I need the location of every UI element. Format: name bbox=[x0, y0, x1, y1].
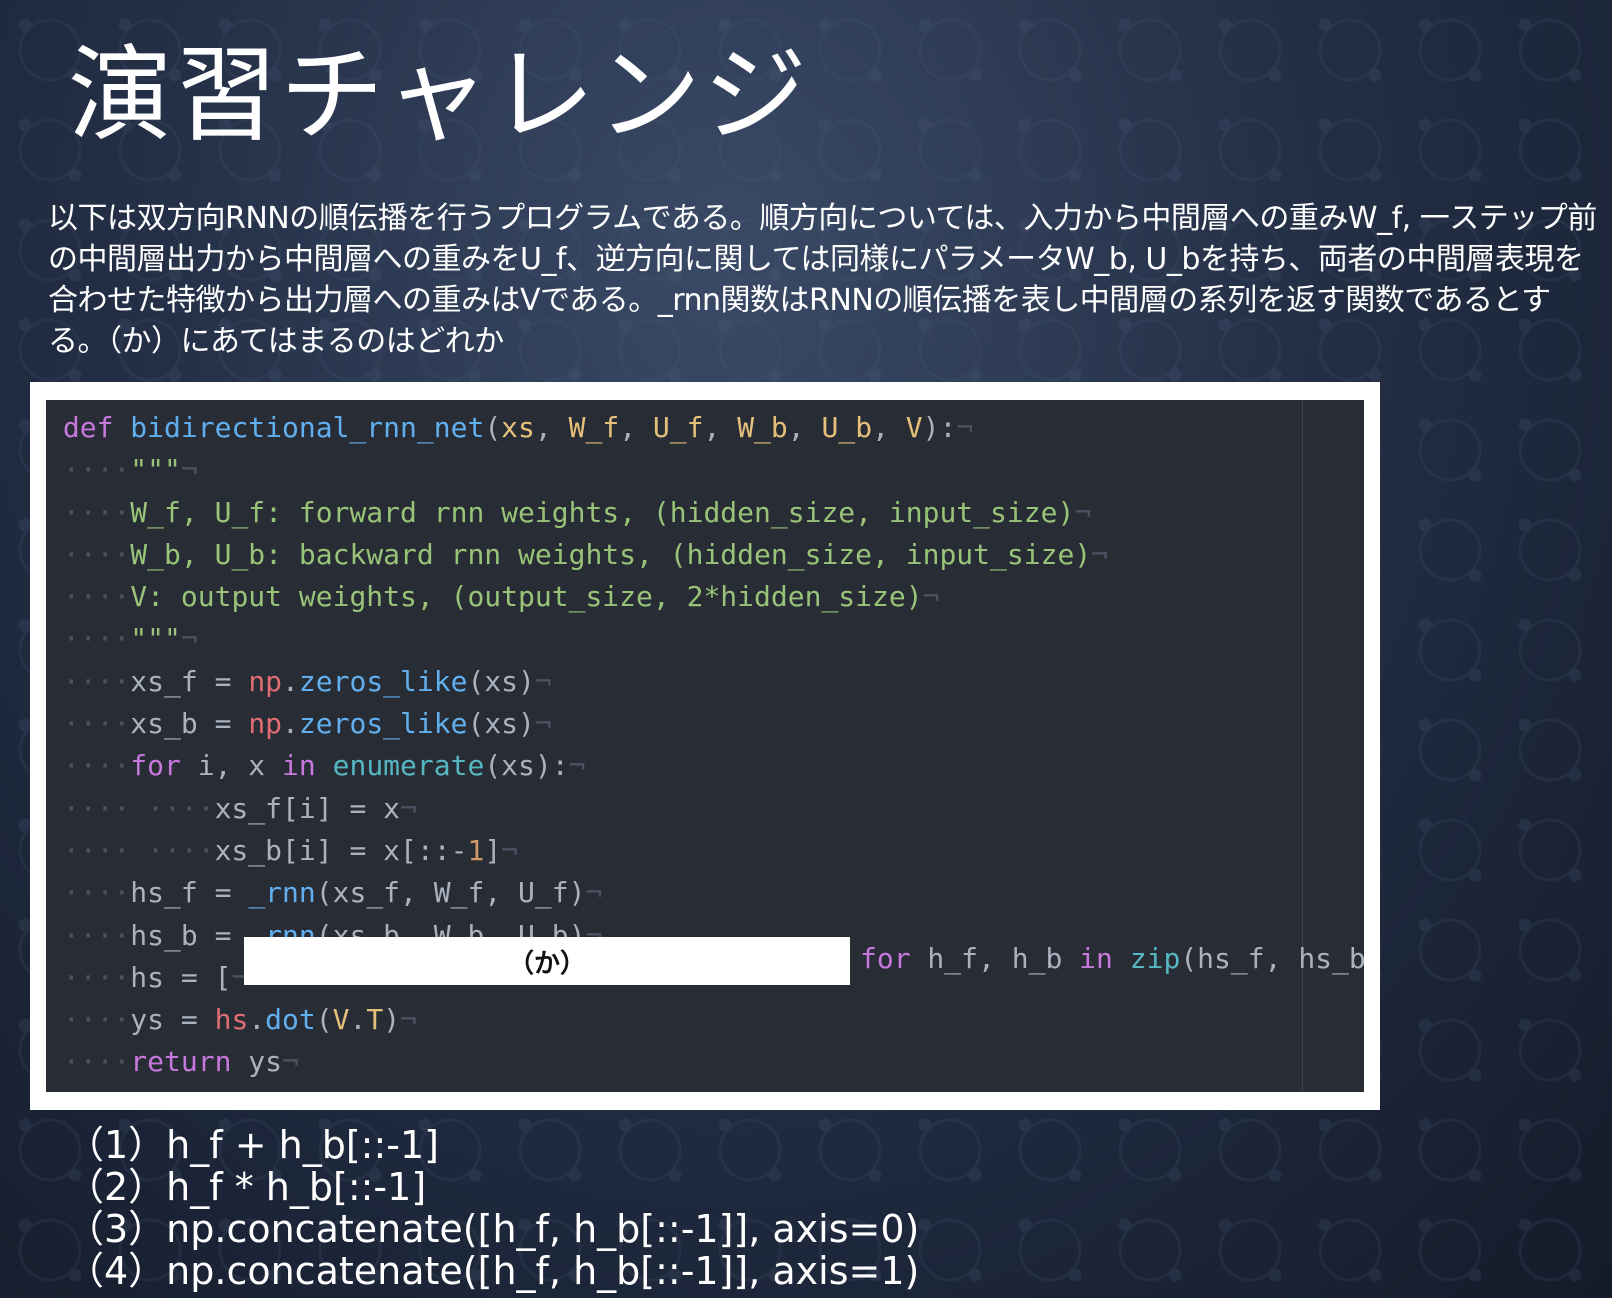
code-after-blank: for h_f, h_b in zip(hs_f, hs_b)]¬ bbox=[860, 942, 1364, 975]
page-title: 演習チャレンジ bbox=[68, 34, 809, 156]
option-1[interactable]: （1）h_f + h_b[::-1] bbox=[66, 1124, 919, 1166]
wrap-guide bbox=[1302, 400, 1303, 1092]
code-line: ····xs_b = np.zeros_like(xs)¬ bbox=[46, 707, 552, 741]
code-line: ····"""¬ bbox=[46, 622, 198, 656]
code-line: ····xs_f = np.zeros_like(xs)¬ bbox=[46, 664, 552, 698]
code-line: ····for i, x in enumerate(xs):¬ bbox=[46, 749, 586, 783]
code-line: ····W_f, U_f: forward rnn weights, (hidd… bbox=[46, 495, 1092, 529]
question-description: 以下は双方向RNNの順伝播を行うプログラムである。順方向については、入力から中間… bbox=[48, 201, 1597, 359]
code-line: ····W_b, U_b: backward rnn weights, (hid… bbox=[46, 537, 1109, 571]
code-line: ····V: output weights, (output_size, 2*h… bbox=[46, 580, 940, 614]
code-line: def bidirectional_rnn_net(xs, W_f, U_f, … bbox=[62, 411, 974, 444]
code-line: ···· ····xs_f[i] = x¬ bbox=[46, 791, 417, 825]
code-line: ····ys = hs.dot(V.T)¬ bbox=[46, 1003, 417, 1037]
code-line: ····return ys¬ bbox=[46, 1045, 299, 1079]
code-screenshot: def bidirectional_rnn_net(xs, W_f, U_f, … bbox=[30, 382, 1380, 1110]
answer-options: （1）h_f + h_b[::-1] （2）h_f * h_b[::-1] （3… bbox=[66, 1124, 919, 1292]
code-line: ···· ····xs_b[i] = x[::-1]¬ bbox=[46, 833, 519, 867]
option-3[interactable]: （3）np.concatenate([h_f, h_b[::-1]], axis… bbox=[66, 1208, 919, 1250]
code-editor: def bidirectional_rnn_net(xs, W_f, U_f, … bbox=[46, 400, 1364, 1092]
code-line: ····hs_f = _rnn(xs_f, W_f, U_f)¬ bbox=[46, 876, 603, 910]
code-line: ····"""¬ bbox=[46, 453, 198, 487]
option-2[interactable]: （2）h_f * h_b[::-1] bbox=[66, 1166, 919, 1208]
option-4[interactable]: （4）np.concatenate([h_f, h_b[::-1]], axis… bbox=[66, 1250, 919, 1292]
blank-ka-box: （か） bbox=[244, 937, 850, 985]
